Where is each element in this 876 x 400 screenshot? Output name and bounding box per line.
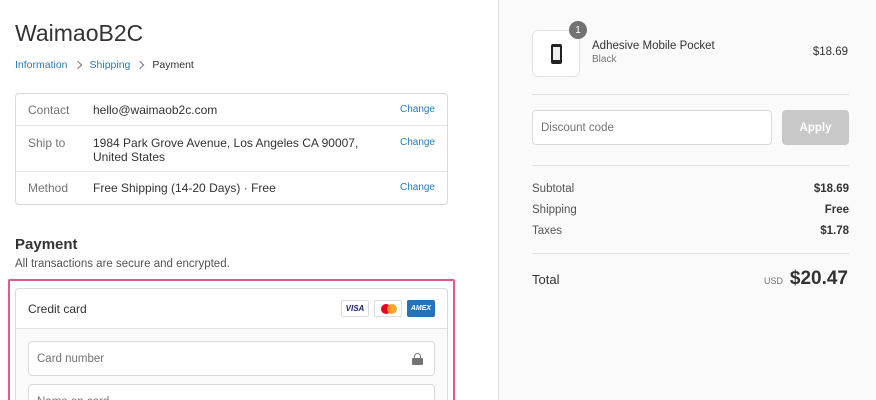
- highlight-frame: [8, 279, 455, 400]
- shipping-value: Free: [824, 204, 849, 216]
- taxes-value: $1.78: [820, 225, 849, 237]
- change-method-link[interactable]: Change: [400, 182, 435, 193]
- taxes-label: Taxes: [532, 225, 563, 237]
- total-currency: USD: [763, 276, 783, 286]
- contact-value: hello@waimaob2c.com: [93, 103, 218, 117]
- shipping-label: Shipping: [532, 204, 577, 216]
- product-variant: Black: [592, 54, 617, 65]
- subtotal-label: Subtotal: [532, 183, 575, 195]
- discount-field: [532, 110, 772, 145]
- breadcrumb-information[interactable]: Information: [15, 59, 68, 71]
- breadcrumb-shipping[interactable]: Shipping: [90, 59, 131, 71]
- divider: [532, 253, 849, 254]
- divider: [532, 165, 849, 166]
- method-label: Method: [28, 181, 69, 195]
- change-ship-to-link[interactable]: Change: [400, 137, 435, 148]
- order-summary: 1 Adhesive Mobile Pocket Black $18.69 Ap…: [498, 0, 876, 400]
- breadcrumb: Information Shipping Payment: [15, 59, 194, 71]
- chevron-right-icon: [136, 60, 145, 70]
- product-name: Adhesive Mobile Pocket: [592, 40, 715, 52]
- payment-title: Payment: [15, 236, 78, 253]
- ship-to-label: Ship to: [28, 136, 66, 150]
- review-row-method: Method Free Shipping (14-20 Days) · Free…: [16, 172, 447, 204]
- apply-button[interactable]: Apply: [782, 110, 849, 145]
- total-value: $20.47: [789, 268, 848, 289]
- review-row-contact: Contact hello@waimaob2c.com Change: [16, 94, 447, 126]
- change-contact-link[interactable]: Change: [400, 104, 435, 115]
- chevron-right-icon: [73, 60, 82, 70]
- review-row-ship-to: Ship to 1984 Park Grove Avenue, Los Ange…: [16, 126, 447, 172]
- breadcrumb-payment: Payment: [152, 59, 194, 71]
- method-value: Free Shipping (14-20 Days) · Free: [93, 181, 276, 195]
- payment-subtitle: All transactions are secure and encrypte…: [15, 258, 230, 270]
- checkout-main: WaimaoB2C Information Shipping Payment C…: [0, 0, 498, 400]
- phone-icon: [551, 44, 562, 64]
- divider: [532, 94, 849, 95]
- discount-code-input[interactable]: [541, 111, 765, 144]
- product-price: $18.69: [812, 46, 848, 58]
- quantity-badge: 1: [569, 21, 587, 39]
- store-title[interactable]: WaimaoB2C: [15, 20, 143, 47]
- total-label: Total: [532, 272, 560, 287]
- subtotal-value: $18.69: [813, 183, 849, 195]
- ship-to-value: 1984 Park Grove Avenue, Los Angeles CA 9…: [93, 136, 359, 164]
- contact-label: Contact: [28, 103, 70, 117]
- review-block: Contact hello@waimaob2c.com Change Ship …: [15, 93, 448, 205]
